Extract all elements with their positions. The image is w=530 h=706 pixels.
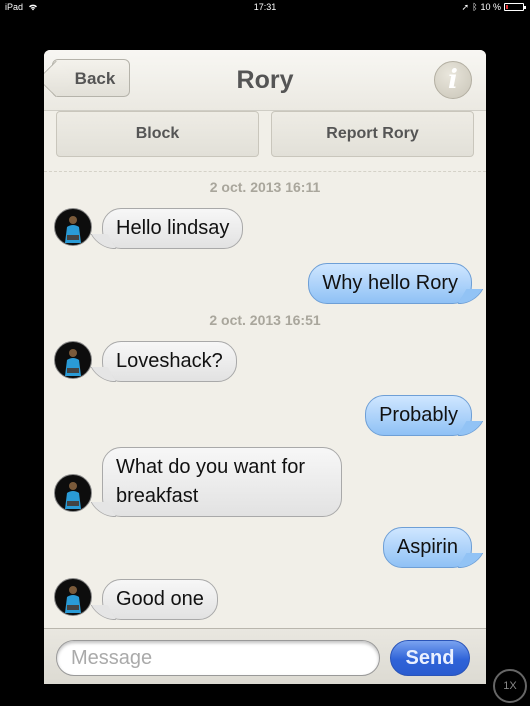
avatar[interactable] xyxy=(54,208,92,246)
message-incoming[interactable]: Good one xyxy=(102,579,218,620)
send-button[interactable]: Send xyxy=(390,640,470,676)
battery-level-fill xyxy=(506,5,508,9)
timestamp: 2 oct. 2013 16:51 xyxy=(209,312,321,328)
bluetooth-icon: ᛒ xyxy=(472,2,478,12)
message-incoming[interactable]: Loveshack? xyxy=(102,341,237,382)
avatar-person-icon xyxy=(65,482,81,509)
status-bar: iPad 17:31 ➚ ᛒ 10 % xyxy=(0,0,530,14)
message-outgoing[interactable]: Aspirin xyxy=(382,527,472,568)
message-incoming[interactable]: Hello lindsay xyxy=(102,208,244,249)
avatar-person-icon xyxy=(65,586,81,613)
battery-icon xyxy=(504,3,526,11)
timestamp: 2 oct. 2013 16:11 xyxy=(209,179,321,195)
avatar[interactable] xyxy=(54,474,92,512)
avatar[interactable] xyxy=(54,341,92,379)
status-right: ➚ ᛒ 10 % xyxy=(461,0,526,14)
composer-bar: Send xyxy=(44,628,486,684)
avatar-person-icon xyxy=(65,216,81,243)
message-input[interactable] xyxy=(56,640,380,676)
message-outgoing[interactable]: Why hello Rory xyxy=(308,263,472,304)
avatar-person-icon xyxy=(65,349,81,376)
message-outgoing[interactable]: Probably xyxy=(365,395,472,436)
avatar[interactable] xyxy=(54,578,92,616)
status-time: 17:31 xyxy=(253,2,277,12)
chat-window: Back Rory i Block Report Rory 2 oct. 201… xyxy=(44,50,486,684)
conversation: 2 oct. 2013 16:11 Hello lindsay Why hell… xyxy=(44,50,486,684)
zoom-button[interactable]: 1X xyxy=(493,669,527,703)
battery-percent: 10 % xyxy=(480,2,501,12)
message-incoming[interactable]: What do you want for breakfast xyxy=(102,447,342,517)
location-icon: ➚ xyxy=(461,2,470,12)
